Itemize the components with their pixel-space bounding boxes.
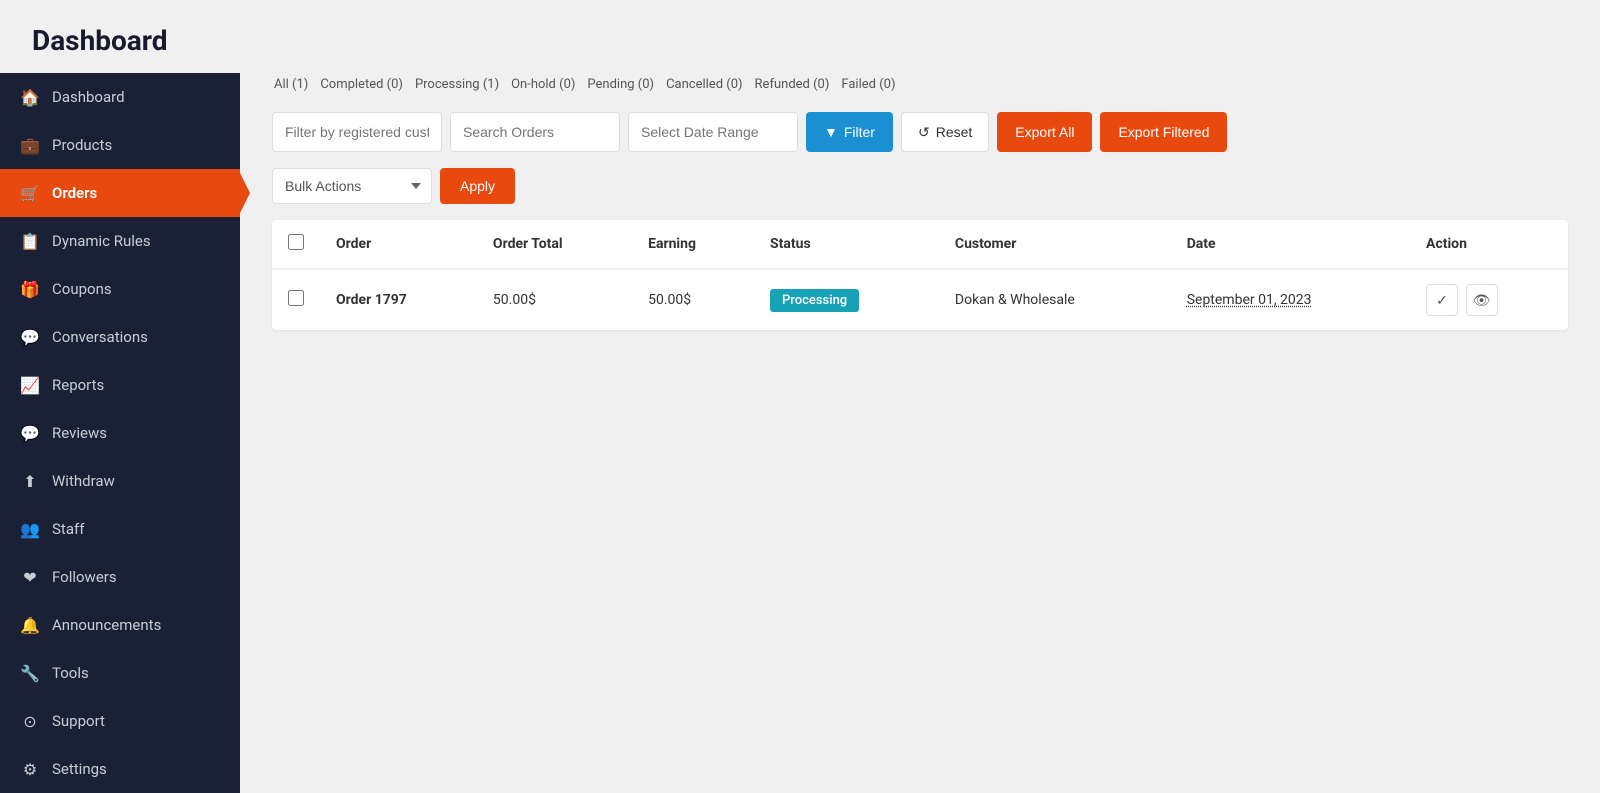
sidebar-item-conversations[interactable]: 💬 Conversations [0, 313, 240, 361]
filter-input[interactable] [272, 112, 442, 152]
bulk-actions-bar: Bulk Actions Apply [272, 168, 1568, 204]
col-header-5: Customer [939, 220, 1171, 269]
sidebar: 🏠 Dashboard 💼 Products 🛒 Orders 📋 Dynami… [0, 73, 240, 793]
settings-icon: ⚙ [20, 759, 40, 779]
sidebar-label-staff: Staff [52, 520, 84, 538]
sidebar-label-coupons: Coupons [52, 280, 112, 298]
sidebar-item-dashboard[interactable]: 🏠 Dashboard [0, 73, 240, 121]
sidebar-item-coupons[interactable]: 🎁 Coupons [0, 265, 240, 313]
orders-table: OrderOrder TotalEarningStatusCustomerDat… [272, 220, 1568, 330]
sidebar-label-dashboard: Dashboard [52, 88, 125, 106]
filter-button[interactable]: ▼ Filter [806, 112, 893, 152]
toolbar: ▼ Filter ↺ Reset Export All Export Filte… [272, 112, 1568, 152]
header-row: OrderOrder TotalEarningStatusCustomerDat… [272, 220, 1568, 269]
bulk-actions-select[interactable]: Bulk Actions [272, 168, 432, 204]
sidebar-label-tools: Tools [52, 664, 89, 682]
table-header: OrderOrder TotalEarningStatusCustomerDat… [272, 220, 1568, 269]
coupons-icon: 🎁 [20, 279, 40, 299]
filter-tab-all[interactable]: All (1) [272, 73, 310, 96]
reviews-icon: 💬 [20, 423, 40, 443]
withdraw-icon: ⬆ [20, 471, 40, 491]
filter-tab-on-hold[interactable]: On-hold (0) [509, 73, 577, 96]
filter-tab-pending[interactable]: Pending (0) [585, 73, 656, 96]
sidebar-item-withdraw[interactable]: ⬆ Withdraw [0, 457, 240, 505]
sidebar-label-orders: Orders [52, 184, 97, 202]
sidebar-item-staff[interactable]: 👥 Staff [0, 505, 240, 553]
export-all-button[interactable]: Export All [997, 112, 1092, 152]
staff-icon: 👥 [20, 519, 40, 539]
sidebar-label-reports: Reports [52, 376, 104, 394]
col-header-4: Status [754, 220, 939, 269]
complete-button[interactable]: ✓ [1426, 284, 1458, 316]
main-content: All (1) Completed (0) Processing (1) On-hol… [240, 73, 1600, 793]
filter-tab-completed[interactable]: Completed (0) [318, 73, 405, 96]
cell-date: September 01, 2023 [1171, 269, 1410, 330]
sidebar-item-reports[interactable]: 📈 Reports [0, 361, 240, 409]
sidebar-item-support[interactable]: ⊙ Support [0, 697, 240, 745]
sidebar-item-announcements[interactable]: 🔔 Announcements [0, 601, 240, 649]
sidebar-label-followers: Followers [52, 568, 117, 586]
col-header-7: Action [1410, 220, 1568, 269]
sidebar-label-products: Products [52, 136, 112, 154]
cell-action: ✓ 👁 [1410, 269, 1568, 330]
filter-label: Filter [844, 124, 875, 140]
sidebar-label-withdraw: Withdraw [52, 472, 115, 490]
orders-icon: 🛒 [20, 183, 40, 203]
export-filtered-button[interactable]: Export Filtered [1100, 112, 1227, 152]
table-body: Order 179750.00$50.00$ProcessingDokan & … [272, 269, 1568, 330]
apply-button[interactable]: Apply [440, 168, 515, 204]
sidebar-item-products[interactable]: 💼 Products [0, 121, 240, 169]
cell-customer: Dokan & Wholesale [939, 269, 1171, 330]
status-badge: Processing [770, 289, 859, 312]
col-header-0 [272, 220, 320, 269]
sidebar-label-announcements: Announcements [52, 616, 161, 634]
sidebar-label-settings: Settings [52, 760, 107, 778]
select-all-checkbox[interactable] [288, 234, 304, 250]
sidebar-item-reviews[interactable]: 💬 Reviews [0, 409, 240, 457]
page-title: Dashboard [32, 24, 1568, 57]
filter-tab-processing[interactable]: Processing (1) [413, 73, 501, 96]
sidebar-label-support: Support [52, 712, 105, 730]
sidebar-item-tools[interactable]: 🔧 Tools [0, 649, 240, 697]
sidebar-label-conversations: Conversations [52, 328, 148, 346]
search-input[interactable] [450, 112, 620, 152]
sidebar-item-followers[interactable]: ❤ Followers [0, 553, 240, 601]
dashboard-icon: 🏠 [20, 87, 40, 107]
conversations-icon: 💬 [20, 327, 40, 347]
sidebar-item-settings[interactable]: ⚙ Settings [0, 745, 240, 793]
col-header-6: Date [1171, 220, 1410, 269]
dynamic-rules-icon: 📋 [20, 231, 40, 251]
followers-icon: ❤ [20, 567, 40, 587]
reset-label: Reset [936, 124, 973, 140]
sidebar-item-dynamic-rules[interactable]: 📋 Dynamic Rules [0, 217, 240, 265]
col-header-3: Earning [632, 220, 754, 269]
filter-tab-refunded[interactable]: Refunded (0) [753, 73, 832, 96]
cell-order: Order 1797 [320, 269, 477, 330]
filter-tabs: All (1) Completed (0) Processing (1) On-hol… [272, 73, 1568, 96]
filter-tab-cancelled[interactable]: Cancelled (0) [664, 73, 744, 96]
filter-tab-failed[interactable]: Failed (0) [839, 73, 897, 96]
announcements-icon: 🔔 [20, 615, 40, 635]
reset-button[interactable]: ↺ Reset [901, 112, 989, 152]
row-checkbox[interactable] [288, 290, 304, 306]
table-row: Order 179750.00$50.00$ProcessingDokan & … [272, 269, 1568, 330]
col-header-2: Order Total [477, 220, 632, 269]
date-range-input[interactable] [628, 112, 798, 152]
col-header-1: Order [320, 220, 477, 269]
sidebar-label-reviews: Reviews [52, 424, 107, 442]
cell-status: Processing [754, 269, 939, 330]
view-button[interactable]: 👁 [1466, 284, 1498, 316]
support-icon: ⊙ [20, 711, 40, 731]
products-icon: 💼 [20, 135, 40, 155]
reset-icon: ↺ [918, 124, 930, 141]
sidebar-label-dynamic-rules: Dynamic Rules [52, 232, 151, 250]
filter-icon: ▼ [824, 124, 838, 140]
sidebar-item-orders[interactable]: 🛒 Orders [0, 169, 240, 217]
reports-icon: 📈 [20, 375, 40, 395]
cell-order-total: 50.00$ [477, 269, 632, 330]
tools-icon: 🔧 [20, 663, 40, 683]
cell-earning: 50.00$ [632, 269, 754, 330]
